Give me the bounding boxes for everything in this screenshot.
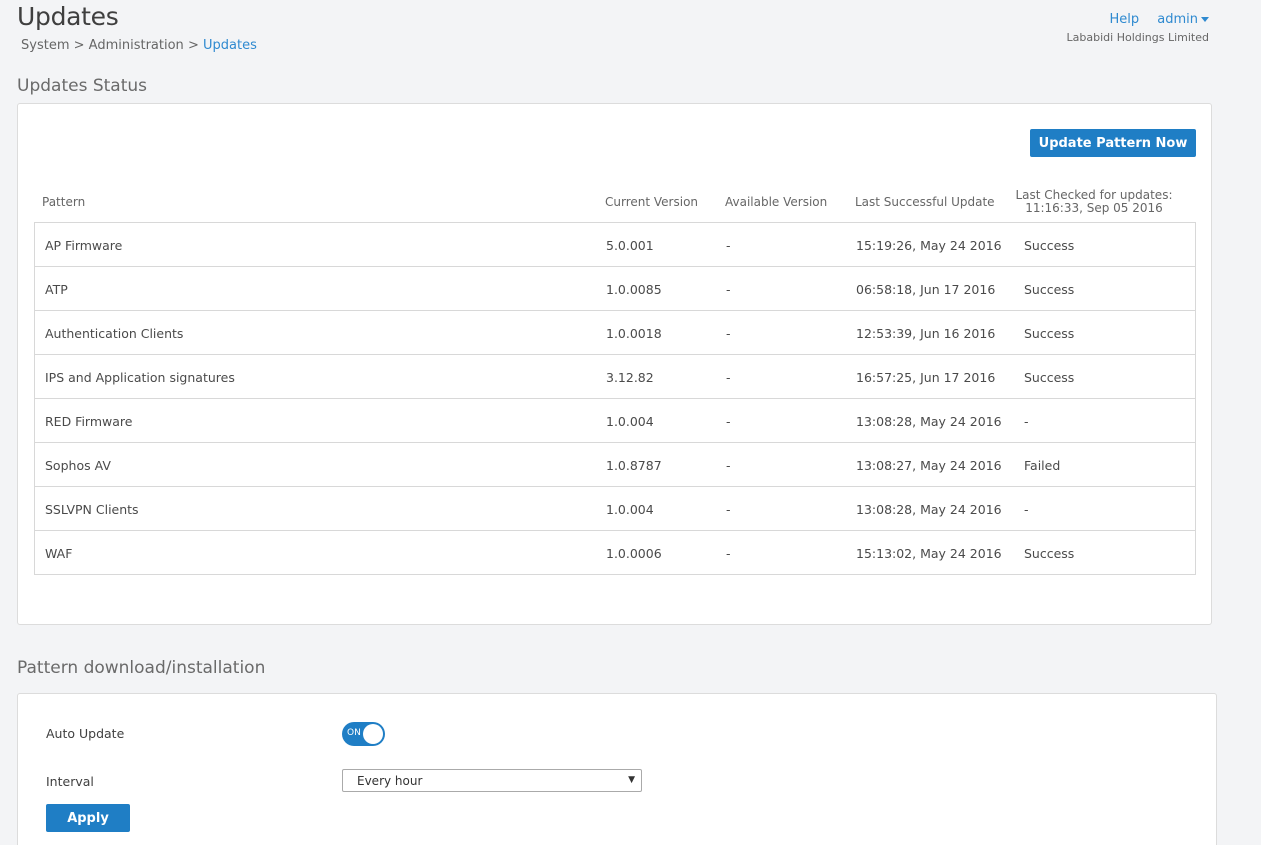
cell-last-successful-update: 15:13:02, May 24 2016 <box>856 545 1002 561</box>
cell-last-checked-status: - <box>1024 413 1029 429</box>
column-header-current-version: Current Version <box>605 195 699 209</box>
cell-pattern: Authentication Clients <box>45 325 184 341</box>
breadcrumb-updates[interactable]: Updates <box>203 38 257 53</box>
cell-current-version: 1.0.004 <box>606 413 654 429</box>
cell-last-successful-update: 16:57:25, Jun 17 2016 <box>856 369 996 385</box>
pattern-download-title: Pattern download/installation <box>17 658 266 678</box>
updates-table: AP Firmware 5.0.001 - 15:19:26, May 24 2016… <box>34 222 1196 575</box>
breadcrumb: System > Administration > Updates <box>21 38 257 53</box>
updates-status-title: Updates Status <box>17 76 147 96</box>
interval-label: Interval <box>46 774 94 789</box>
toggle-knob <box>363 724 383 744</box>
cell-available-version: - <box>726 545 731 561</box>
user-menu-area: Help admin Lababidi Holdings Limited <box>1067 12 1209 44</box>
company-name: Lababidi Holdings Limited <box>1066 31 1209 44</box>
table-row[interactable]: SSLVPN Clients 1.0.004 - 13:08:28, May 24 2… <box>35 487 1195 531</box>
cell-pattern: RED Firmware <box>45 413 133 429</box>
apply-button[interactable]: Apply <box>46 804 130 832</box>
cell-current-version: 1.0.0006 <box>606 545 662 561</box>
table-row[interactable]: Authentication Clients 1.0.0018 - 12:53:39,… <box>35 311 1195 355</box>
column-header-pattern: Pattern <box>42 195 86 209</box>
admin-menu[interactable]: admin <box>1157 12 1209 27</box>
cell-pattern: SSLVPN Clients <box>45 501 139 517</box>
toggle-state-text: ON <box>347 728 361 738</box>
cell-last-checked-status: Failed <box>1024 457 1061 473</box>
cell-last-checked-status: Success <box>1024 545 1075 561</box>
admin-label: admin <box>1157 12 1198 27</box>
table-row[interactable]: ATP 1.0.0085 - 06:58:18, Jun 17 2016 Success <box>35 267 1195 311</box>
pattern-download-panel: Auto Update ON Interval Every hour ▼ App… <box>17 693 1217 845</box>
update-pattern-now-button[interactable]: Update Pattern Now <box>1030 129 1196 157</box>
cell-available-version: - <box>726 501 731 517</box>
cell-pattern: Sophos AV <box>45 457 111 473</box>
auto-update-label: Auto Update <box>46 726 125 741</box>
cell-available-version: - <box>726 325 731 341</box>
cell-available-version: - <box>726 413 731 429</box>
cell-last-checked-status: Success <box>1024 369 1075 385</box>
table-row[interactable]: RED Firmware 1.0.004 - 13:08:28, May 24 201… <box>35 399 1195 443</box>
cell-current-version: 1.0.004 <box>606 501 654 517</box>
table-row[interactable]: Sophos AV 1.0.8787 - 13:08:27, May 24 2016 F… <box>35 443 1195 487</box>
cell-last-checked-status: Success <box>1024 281 1075 297</box>
cell-last-successful-update: 06:58:18, Jun 17 2016 <box>856 281 996 297</box>
cell-pattern: ATP <box>45 281 68 297</box>
page-title: Updates <box>17 2 119 31</box>
cell-current-version: 1.0.0018 <box>606 325 662 341</box>
breadcrumb-separator: > <box>187 38 199 53</box>
table-row[interactable]: AP Firmware 5.0.001 - 15:19:26, May 24 2016… <box>35 223 1195 267</box>
column-header-last-successful-update: Last Successful Update <box>855 195 995 209</box>
auto-update-toggle[interactable]: ON <box>342 722 385 746</box>
updates-status-panel: Update Pattern Now Pattern Current Versi… <box>17 103 1212 625</box>
cell-available-version: - <box>726 237 731 253</box>
cell-pattern: IPS and Application signatures <box>45 369 235 385</box>
table-row[interactable]: IPS and Application signatures 3.12.82 - 16… <box>35 355 1195 399</box>
cell-last-successful-update: 13:08:28, May 24 2016 <box>856 413 1002 429</box>
cell-available-version: - <box>726 281 731 297</box>
cell-current-version: 1.0.8787 <box>606 457 662 473</box>
cell-last-checked-status: Success <box>1024 325 1075 341</box>
cell-current-version: 3.12.82 <box>606 369 654 385</box>
cell-pattern: AP Firmware <box>45 237 123 253</box>
help-link[interactable]: Help <box>1109 12 1139 27</box>
table-header: Pattern Current Version Available Versio… <box>34 182 1196 222</box>
cell-current-version: 1.0.0085 <box>606 281 662 297</box>
cell-available-version: - <box>726 369 731 385</box>
cell-last-checked-status: Success <box>1024 237 1075 253</box>
interval-selected-value: Every hour <box>357 774 423 788</box>
cell-current-version: 5.0.001 <box>606 237 654 253</box>
table-row[interactable]: WAF 1.0.0006 - 15:13:02, May 24 2016 Success <box>35 531 1195 575</box>
cell-last-successful-update: 15:19:26, May 24 2016 <box>856 237 1002 253</box>
breadcrumb-administration[interactable]: Administration <box>89 38 184 53</box>
cell-available-version: - <box>726 457 731 473</box>
cell-last-successful-update: 13:08:28, May 24 2016 <box>856 501 1002 517</box>
cell-last-successful-update: 12:53:39, Jun 16 2016 <box>856 325 996 341</box>
cell-last-checked-status: - <box>1024 501 1029 517</box>
cell-last-successful-update: 13:08:27, May 24 2016 <box>856 457 1002 473</box>
caret-down-icon <box>1201 17 1209 22</box>
interval-select[interactable]: Every hour ▼ <box>342 769 642 792</box>
dropdown-arrow-icon: ▼ <box>628 775 635 785</box>
last-checked-time: 11:16:33, Sep 05 2016 <box>1025 201 1163 215</box>
breadcrumb-system[interactable]: System <box>21 38 69 53</box>
cell-pattern: WAF <box>45 545 73 561</box>
breadcrumb-separator: > <box>73 38 85 53</box>
column-header-last-checked: Last Checked for updates: 11:16:33, Sep … <box>1009 182 1179 222</box>
column-header-available-version: Available Version <box>725 195 828 209</box>
